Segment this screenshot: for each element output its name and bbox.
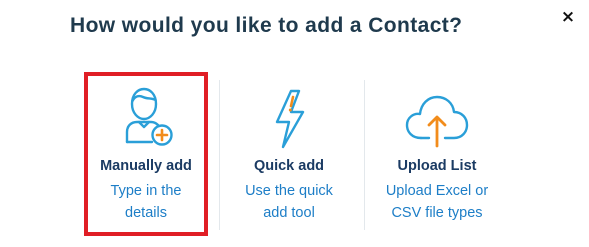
close-icon[interactable]: ×	[556, 6, 580, 28]
add-contact-dialog: How would you like to add a Contact? × M…	[0, 0, 589, 247]
cloud-upload-icon	[403, 92, 471, 153]
option-label: Manually add	[100, 158, 192, 174]
option-description: Type in the details	[84, 180, 208, 224]
option-upload-list[interactable]: Upload List Upload Excel or CSV file typ…	[368, 72, 506, 240]
user-plus-icon	[119, 86, 173, 155]
option-label: Upload List	[397, 158, 477, 174]
description-line: details	[125, 205, 167, 221]
option-description: Upload Excel or CSV file types	[368, 180, 506, 224]
description-line: Upload Excel or	[385, 183, 489, 199]
option-quick-add[interactable]: Quick add Use the quick add tool	[218, 72, 360, 240]
description-line: Use the quick	[245, 183, 333, 199]
option-description: Use the quick add tool	[218, 180, 360, 224]
divider	[364, 80, 365, 230]
description-line: Type in the	[110, 183, 182, 199]
option-manually-add[interactable]: Manually add Type in the details	[84, 72, 208, 240]
dialog-title: How would you like to add a Contact?	[70, 14, 463, 37]
description-line: CSV file types	[391, 205, 483, 221]
lightning-bolt-icon	[269, 88, 309, 155]
description-line: add tool	[263, 205, 315, 221]
option-label: Quick add	[253, 158, 325, 174]
